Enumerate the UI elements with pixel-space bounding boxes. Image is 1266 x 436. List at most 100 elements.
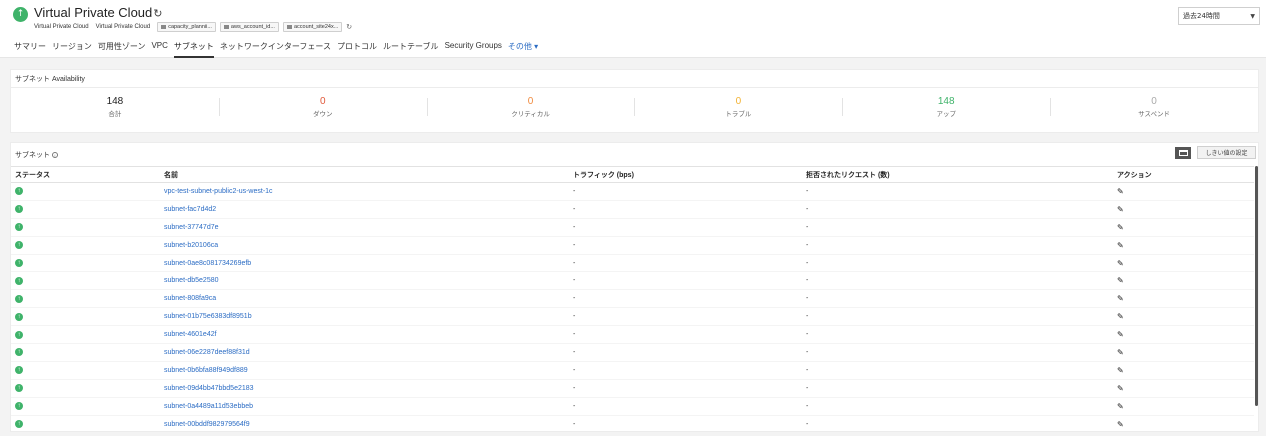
edit-pencil-icon[interactable]: ✎ bbox=[1117, 241, 1124, 250]
tags-refresh-icon[interactable]: ↻ bbox=[346, 23, 352, 31]
action-cell: ✎ bbox=[1113, 254, 1254, 273]
subnet-name-link[interactable]: subnet-808fa9ca bbox=[160, 289, 569, 309]
stat-label: クリティカル bbox=[511, 111, 550, 118]
subnet-name-link[interactable]: subnet-01b75e6383df8951b bbox=[160, 307, 569, 327]
tab-4[interactable]: サブネット bbox=[173, 41, 214, 58]
edit-pencil-icon[interactable]: ✎ bbox=[1117, 330, 1124, 339]
traffic-cell: - bbox=[569, 182, 802, 201]
stat-3[interactable]: 0 トラブル bbox=[634, 96, 842, 118]
traffic-cell: - bbox=[569, 379, 802, 398]
tag-chip[interactable]: capacity_plannii... bbox=[157, 22, 216, 32]
edit-pencil-icon[interactable]: ✎ bbox=[1117, 348, 1124, 357]
tag-icon bbox=[223, 25, 229, 29]
traffic-cell: - bbox=[569, 236, 802, 255]
edit-pencil-icon[interactable]: ✎ bbox=[1117, 366, 1124, 375]
table-scrollbar[interactable] bbox=[1255, 166, 1258, 406]
column-header-rejected[interactable]: 拒否されたリクエスト (数) bbox=[802, 166, 1113, 183]
status-cell: ↑ bbox=[11, 361, 160, 380]
edit-pencil-icon[interactable]: ✎ bbox=[1117, 384, 1124, 393]
tab-1[interactable]: リージョン bbox=[52, 41, 92, 58]
column-header-name[interactable]: 名前 bbox=[160, 166, 569, 183]
stat-0[interactable]: 148 合計 bbox=[11, 96, 219, 118]
subnet-name-link[interactable]: subnet-06e2287deef88f31d bbox=[160, 343, 569, 362]
status-cell: ↑ bbox=[11, 254, 160, 273]
subnet-name-link[interactable]: subnet-0ae8c081734269efb bbox=[160, 254, 569, 273]
table-row: ↑ subnet-0a4489a11d53ebbeb - - ✎ bbox=[11, 397, 1254, 416]
refresh-icon[interactable]: ↻ bbox=[153, 8, 162, 20]
time-range-select[interactable]: 過去24時間 ▼ bbox=[1178, 7, 1260, 25]
tab-5[interactable]: ネットワークインターフェース bbox=[220, 41, 331, 58]
stat-label: アップ bbox=[936, 111, 956, 118]
table-row: ↑ subnet-fac7d4d2- - ✎ bbox=[11, 200, 1254, 219]
subnet-name-link[interactable]: subnet-db5e2580 bbox=[160, 271, 569, 291]
info-icon[interactable]: i bbox=[52, 152, 58, 158]
edit-pencil-icon[interactable]: ✎ bbox=[1117, 294, 1124, 303]
rejected-cell: - bbox=[802, 289, 1113, 309]
subnet-name-link[interactable]: subnet-37747d7e bbox=[160, 218, 569, 237]
traffic-cell: - bbox=[569, 254, 802, 273]
column-header-status[interactable]: ステータス bbox=[11, 166, 160, 183]
status-up-icon: ↑ bbox=[15, 276, 23, 285]
stat-5[interactable]: 0 サスペンド bbox=[1050, 96, 1258, 118]
tag-chip[interactable]: account_site24x... bbox=[282, 22, 343, 32]
tab-9[interactable]: その他 ▾ bbox=[508, 41, 538, 58]
subnet-name-link[interactable]: subnet-00bddf982979564f9 bbox=[160, 415, 569, 431]
status-cell: ↑ bbox=[11, 200, 160, 219]
column-settings-button[interactable] bbox=[1175, 147, 1191, 159]
status-up-icon: ↑ bbox=[15, 420, 23, 429]
tab-2[interactable]: 可用性ゾーン bbox=[98, 41, 146, 58]
page-title-text: Virtual Private Cloud bbox=[34, 5, 153, 20]
edit-pencil-icon[interactable]: ✎ bbox=[1117, 402, 1124, 411]
tab-0[interactable]: サマリー bbox=[14, 41, 46, 58]
page-title: Virtual Private Cloud↻ bbox=[34, 5, 162, 20]
table-row: ↑ subnet-06e2287deef88f31d - - ✎ bbox=[11, 343, 1254, 362]
rejected-cell: - bbox=[802, 397, 1113, 416]
stat-value: 0 bbox=[735, 96, 742, 107]
tab-6[interactable]: プロトコル bbox=[337, 41, 377, 58]
tag-label: capacity_plannii... bbox=[168, 24, 212, 30]
rejected-cell: - bbox=[802, 307, 1113, 327]
subnet-name-link[interactable]: subnet-09d4bb47bbd5e2183 bbox=[160, 379, 569, 398]
subnet-name-link[interactable]: subnet-0a4489a11d53ebbeb bbox=[160, 397, 569, 416]
stat-1[interactable]: 0 ダウン bbox=[218, 96, 427, 118]
subnet-name-link[interactable]: subnet-fac7d4d2 bbox=[160, 200, 569, 219]
rejected-cell: - bbox=[802, 361, 1113, 380]
status-up-icon: ↑ bbox=[15, 259, 23, 267]
stat-label: 合計 bbox=[108, 111, 122, 118]
stat-4[interactable]: 148 アップ bbox=[842, 96, 1050, 118]
rejected-cell: - bbox=[802, 415, 1113, 431]
table-row: ↑ subnet-37747d7e - - ✎ bbox=[11, 218, 1254, 237]
tag-chip[interactable]: aws_account_id... bbox=[219, 22, 279, 32]
status-cell: ↑ bbox=[11, 236, 160, 255]
table-row: ↑ subnet-db5e2580- - ✎ bbox=[11, 271, 1254, 291]
stat-2[interactable]: 0 クリティカル bbox=[426, 96, 635, 118]
status-up-icon: ↑ bbox=[15, 205, 23, 214]
traffic-cell: - bbox=[569, 325, 802, 345]
tag-icon bbox=[161, 25, 167, 29]
edit-pencil-icon[interactable]: ✎ bbox=[1117, 276, 1124, 285]
rejected-cell: - bbox=[802, 379, 1113, 398]
traffic-cell: - bbox=[569, 200, 802, 219]
table-row: ↑ vpc-test-subnet-public2-us-west-1c - - ✎ bbox=[11, 182, 1254, 201]
stat-label: サスペンド bbox=[1138, 111, 1171, 118]
threshold-settings-button[interactable]: しきい値の設定 bbox=[1197, 146, 1256, 159]
edit-pencil-icon[interactable]: ✎ bbox=[1117, 205, 1124, 214]
subnet-name-link[interactable]: vpc-test-subnet-public2-us-west-1c bbox=[160, 182, 569, 201]
tab-3[interactable]: VPC bbox=[151, 41, 167, 58]
edit-pencil-icon[interactable]: ✎ bbox=[1117, 312, 1124, 321]
breadcrumb-item[interactable]: Virtual Private Cloud bbox=[34, 24, 89, 30]
edit-pencil-icon[interactable]: ✎ bbox=[1117, 223, 1124, 232]
edit-pencil-icon[interactable]: ✎ bbox=[1117, 187, 1124, 196]
subnet-name-link[interactable]: subnet-b20106ca bbox=[160, 236, 569, 255]
edit-pencil-icon[interactable]: ✎ bbox=[1117, 420, 1124, 429]
traffic-cell: - bbox=[569, 397, 802, 416]
subnet-name-link[interactable]: subnet-4601e42f bbox=[160, 325, 569, 345]
tab-8[interactable]: Security Groups bbox=[445, 41, 502, 58]
subnet-name-link[interactable]: subnet-0b6bfa88f949df889 bbox=[160, 361, 569, 380]
breadcrumb-item[interactable]: Virtual Private Cloud bbox=[96, 24, 151, 30]
status-cell: ↑ bbox=[11, 379, 160, 398]
tab-7[interactable]: ルートテーブル bbox=[383, 41, 439, 58]
column-header-traffic[interactable]: トラフィック (bps) bbox=[569, 166, 802, 183]
status-cell: ↑ bbox=[11, 325, 160, 345]
edit-pencil-icon[interactable]: ✎ bbox=[1117, 259, 1124, 268]
